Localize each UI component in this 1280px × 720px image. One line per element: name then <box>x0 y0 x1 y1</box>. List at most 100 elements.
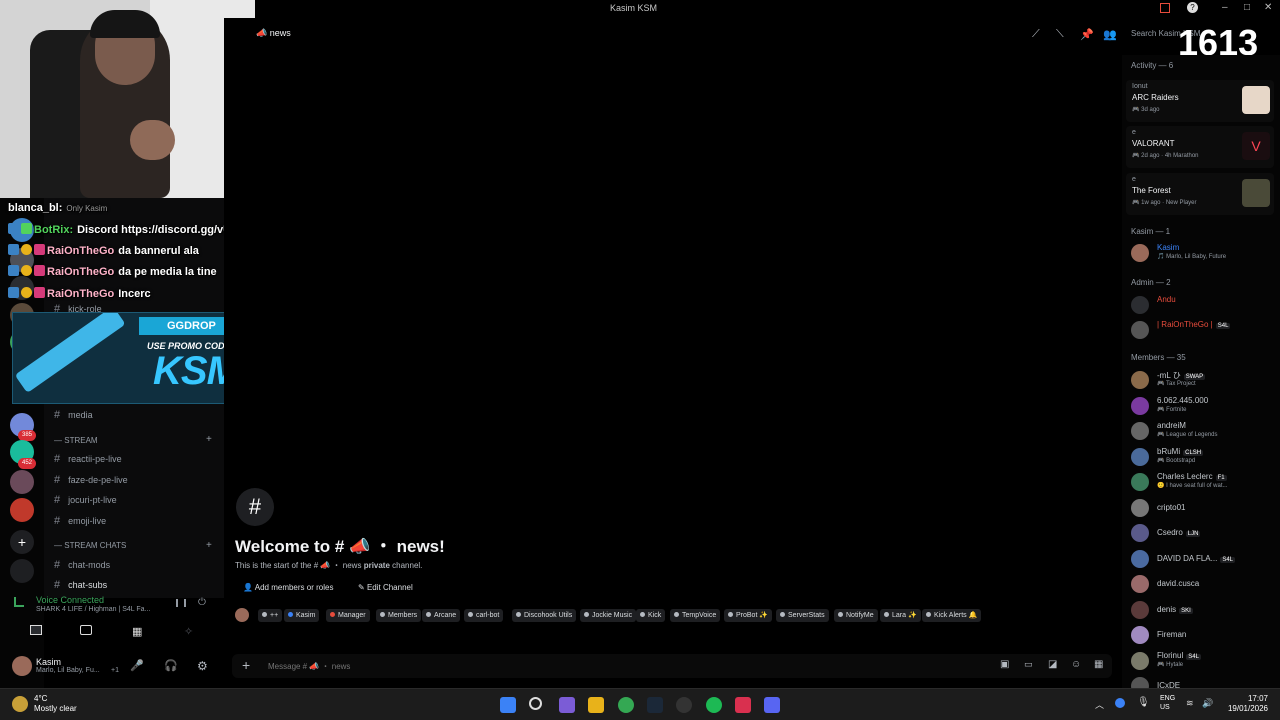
app-icon[interactable] <box>735 697 751 713</box>
role-pill[interactable]: Manager <box>326 609 370 622</box>
role-pill[interactable]: Discohook Utils <box>512 609 577 622</box>
category-stream[interactable]: — STREAM <box>54 436 98 445</box>
search-icon[interactable] <box>529 697 542 710</box>
role-pill[interactable]: NotifyMe <box>834 609 878 622</box>
app-icon[interactable] <box>676 697 692 713</box>
soundboard-icon[interactable]: ✧ <box>184 625 193 638</box>
deafen-icon[interactable]: 🎧 <box>164 659 178 672</box>
category-stream-chats[interactable]: — STREAM CHATS <box>54 541 126 550</box>
discover-icon[interactable] <box>10 559 34 583</box>
role-pill[interactable]: TempVoice <box>670 609 721 622</box>
server-icon[interactable] <box>10 470 34 494</box>
minimize-button[interactable]: – <box>1222 2 1228 13</box>
wifi-icon[interactable]: ≋ <box>1186 698 1194 709</box>
member-item[interactable]: andreiM 🎮 League of Legends <box>1131 421 1276 441</box>
avatar[interactable] <box>12 656 32 676</box>
copilot-icon[interactable] <box>559 697 575 713</box>
attach-icon[interactable]: + <box>242 657 250 673</box>
tray-app-icon[interactable] <box>1115 698 1125 708</box>
role-pill[interactable]: Members <box>376 609 422 622</box>
disconnect-icon[interactable]: ⏻ <box>198 597 206 608</box>
noise-icon[interactable] <box>176 599 186 607</box>
chat-message: RaiOnTheGo Incerc <box>8 287 151 300</box>
channel-media[interactable]: # media <box>54 409 93 421</box>
channel-header: 📣 news <box>256 28 291 38</box>
steam-icon[interactable] <box>647 697 663 713</box>
weather-icon[interactable] <box>12 696 28 712</box>
channel-faze-de-pe-live[interactable]: # faze-de-pe-live <box>54 474 128 486</box>
channel-chat-mods[interactable]: # chat-mods <box>54 559 110 571</box>
file-explorer-icon[interactable] <box>588 697 604 713</box>
help-icon[interactable]: ? <box>1187 2 1198 13</box>
role-pill[interactable]: Jockie Music <box>580 609 637 622</box>
channel-chat-subs[interactable]: # chat-subs <box>54 579 107 591</box>
gift-icon[interactable]: ▣ <box>1000 659 1009 670</box>
member-item[interactable]: Charles Leclerc F1 🙂 I have seat full of w… <box>1131 472 1276 492</box>
member-item[interactable]: Fireman <box>1131 625 1276 645</box>
channel-emoji-live[interactable]: # emoji-live <box>54 515 106 527</box>
spotify-icon[interactable] <box>706 697 722 713</box>
avatar <box>1131 626 1149 644</box>
edit-channel-button[interactable]: ✎ Edit Channel <box>352 580 419 596</box>
maximize-button[interactable]: □ <box>1244 2 1250 13</box>
member-item[interactable]: Florinul S4L 🎮 Hytale <box>1131 651 1276 671</box>
notifications-icon[interactable]: ⟍ <box>1056 28 1064 41</box>
member-item[interactable]: Csedro LJN <box>1131 523 1276 543</box>
clock[interactable]: 17:07 19/01/2026 <box>1228 694 1268 714</box>
welcome-title: Welcome to # 📣 ・ news! <box>235 537 445 556</box>
tray-chevron-icon[interactable]: ︿ <box>1095 698 1104 711</box>
role-pill[interactable]: Kasim <box>284 609 320 622</box>
role-pill[interactable]: Kick Alerts 🔔 <box>922 609 982 622</box>
emoji-icon[interactable]: ☺ <box>1071 659 1081 670</box>
discord-icon[interactable] <box>764 697 780 713</box>
mute-icon[interactable]: 🎤 <box>130 659 144 672</box>
member-item[interactable]: | RaiOnTheGo | S4L <box>1131 320 1276 340</box>
voice-channel[interactable]: SHARK 4 LIFE / Highman | S4L Fa... <box>36 606 150 613</box>
channel-jocuri-pt-live[interactable]: # jocuri-pt-live <box>54 494 117 506</box>
member-item[interactable]: denis SKI <box>1131 600 1276 620</box>
start-icon[interactable] <box>500 697 516 713</box>
camera-off-icon[interactable] <box>30 625 42 635</box>
activity-card[interactable]: Ionut ARC Raiders 🎮 3d ago <box>1126 80 1274 122</box>
role-pill[interactable]: ProBot ✨ <box>724 609 773 622</box>
language-indicator[interactable]: ENG US <box>1160 694 1175 712</box>
members-toggle-icon[interactable]: 👥 <box>1103 28 1117 41</box>
add-channel-icon[interactable]: + <box>206 540 212 551</box>
mic-icon[interactable]: 🎙 <box>1137 697 1150 708</box>
member-item[interactable]: cripto01 <box>1131 498 1276 518</box>
settings-icon[interactable]: ⚙ <box>197 659 208 673</box>
inbox-icon[interactable] <box>1160 3 1170 13</box>
sticker-icon[interactable]: ◪ <box>1048 659 1057 670</box>
member-item[interactable]: bRuMi CLSH 🎮 Bootstrapd <box>1131 447 1276 467</box>
activities-icon[interactable]: ▦ <box>132 625 142 638</box>
channel-reactii-pe-live[interactable]: # reactii-pe-live <box>54 453 122 465</box>
member-item[interactable]: DAVID DA FLA... S4L <box>1131 549 1276 569</box>
member-item[interactable]: 6.062.445.000 🎮 Fortnite <box>1131 396 1276 416</box>
role-pill[interactable]: ++ <box>258 609 283 622</box>
activity-card[interactable]: e VALORANT 🎮 2d ago · 4h Marathon V <box>1126 126 1274 168</box>
message-input[interactable] <box>268 659 868 673</box>
add-channel-icon[interactable]: + <box>206 434 212 445</box>
role-pill[interactable]: Arcane <box>422 609 461 622</box>
apps-icon[interactable]: ▦ <box>1094 659 1103 670</box>
pin-icon[interactable]: 📌 <box>1080 28 1094 41</box>
chrome-icon[interactable] <box>618 697 634 713</box>
role-pill[interactable]: ServerStats <box>776 609 829 622</box>
screen-share-icon[interactable] <box>80 625 92 635</box>
add-members-button[interactable]: 👤 Add members or roles <box>237 580 339 596</box>
add-server-icon[interactable]: + <box>10 530 34 554</box>
volume-icon[interactable]: 🔊 <box>1202 698 1213 709</box>
gif-icon[interactable]: ▭ <box>1024 659 1033 670</box>
role-pill[interactable]: Lara ✨ <box>880 609 921 622</box>
role-pill[interactable]: Kick <box>636 609 666 622</box>
member-item[interactable]: Kasim 🎵 Marlo, Lil Baby, Future <box>1131 243 1276 263</box>
server-icon[interactable] <box>10 498 34 522</box>
role-pill[interactable]: carl-bot <box>464 609 504 622</box>
member-item[interactable]: david.cusca <box>1131 574 1276 594</box>
weather-widget[interactable]: 4°C Mostly clear <box>34 694 77 714</box>
member-item[interactable]: Andu <box>1131 295 1276 315</box>
close-button[interactable]: ✕ <box>1264 2 1272 13</box>
activity-card[interactable]: e The Forest 🎮 1w ago · New Player <box>1126 173 1274 215</box>
threads-icon[interactable]: ⟋ <box>1032 28 1040 41</box>
member-item[interactable]: -mL ひ SWAP 🎮 Tax Project <box>1131 370 1276 390</box>
